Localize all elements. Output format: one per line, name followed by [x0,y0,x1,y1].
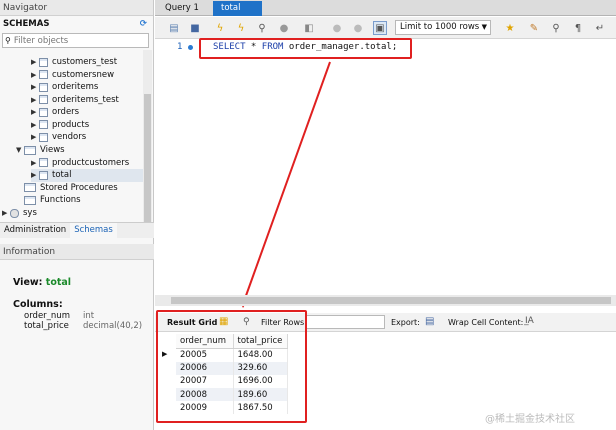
scrollbar-thumb[interactable] [171,297,611,304]
editor-horizontal-scrollbar[interactable] [155,295,616,306]
watermark: @稀土掘金技术社区 [485,414,575,425]
result-highlight-box [156,310,307,423]
arrow-line [242,61,331,305]
export-icon[interactable]: ▤ [425,316,434,327]
wrap-cell-label: Wrap Cell Content: [448,318,524,327]
export-label: Export: [391,318,420,327]
filter-rows-input[interactable] [305,315,385,329]
wrap-cell-icon[interactable]: I̲A [525,316,534,326]
